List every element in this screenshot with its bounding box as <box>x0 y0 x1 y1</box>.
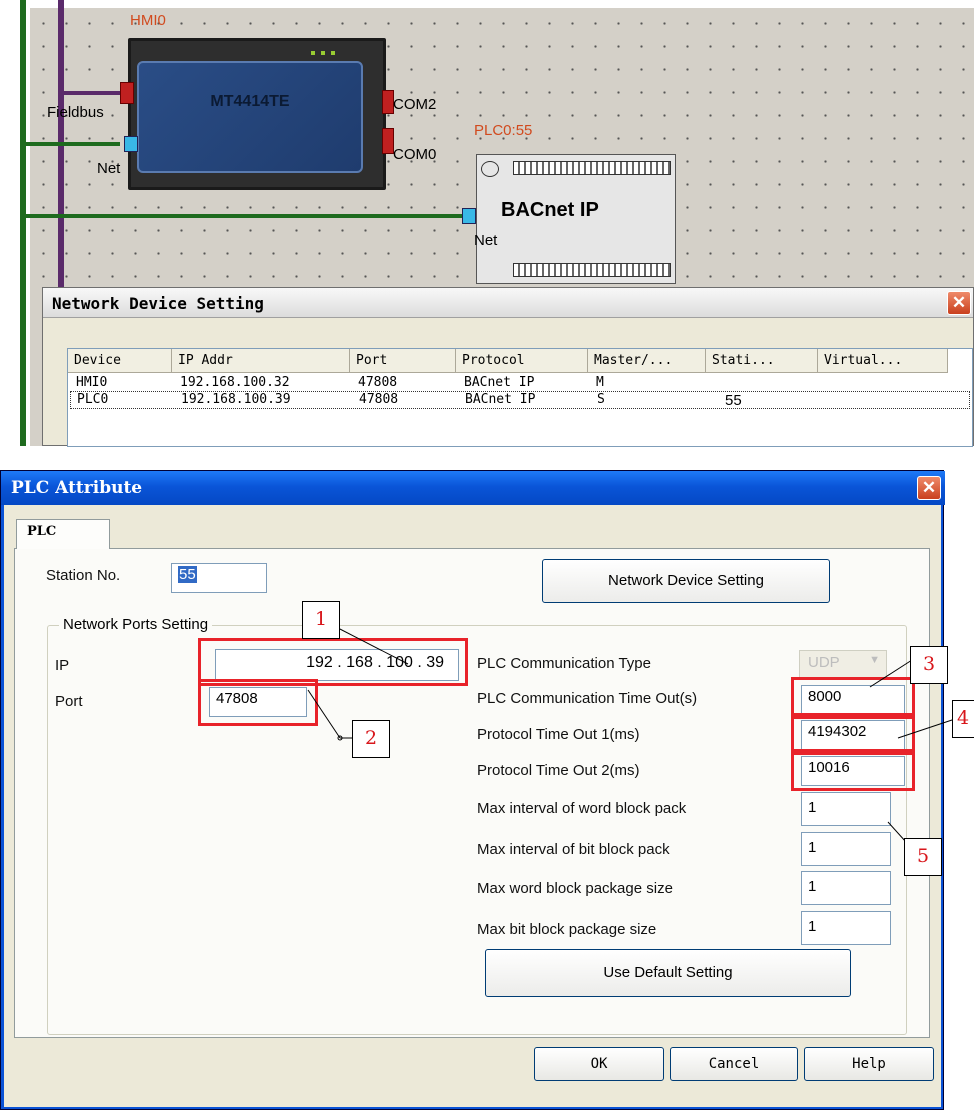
callout-5: 5 <box>904 838 942 876</box>
callout-2: 2 <box>352 720 390 758</box>
callout-4: 4 <box>952 700 974 738</box>
callout-leader-lines <box>307 626 959 843</box>
callout-1: 1 <box>302 601 340 639</box>
callout-3: 3 <box>910 646 948 684</box>
tab-plc[interactable]: PLC <box>16 519 110 549</box>
